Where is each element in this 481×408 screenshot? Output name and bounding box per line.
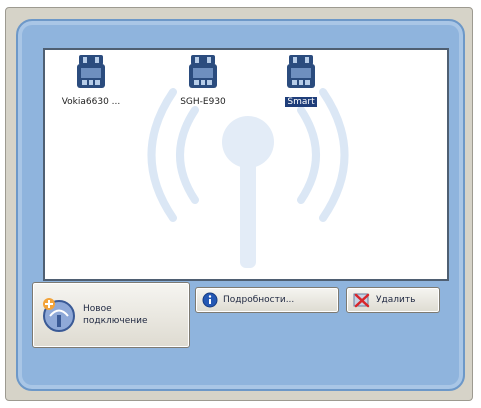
phone-device-icon (189, 55, 217, 88)
device-item[interactable]: SGH-E930 (161, 53, 245, 108)
new-connection-icon (43, 298, 75, 332)
device-label: Vokia6630 ... (61, 97, 121, 107)
phone-device-icon (287, 55, 315, 88)
device-item[interactable]: Vokia6630 ... (49, 53, 133, 108)
phone-device-icon (77, 55, 105, 88)
delete-label: Удалить (376, 295, 416, 305)
device-label: SGH-E930 (180, 97, 226, 107)
device-item[interactable]: Smart (259, 53, 343, 108)
details-button[interactable]: Подробности... (195, 287, 339, 313)
new-connection-button[interactable]: Новое подключение (32, 282, 190, 348)
delete-button[interactable]: Удалить (346, 287, 440, 313)
device-label: Smart (285, 97, 317, 107)
info-icon (202, 292, 218, 308)
details-label: Подробности... (223, 295, 295, 305)
new-connection-label: Новое подключение (83, 304, 148, 326)
delete-icon (353, 293, 370, 308)
device-list[interactable]: Vokia6630 ... SGH-E930 Smart (43, 48, 449, 281)
